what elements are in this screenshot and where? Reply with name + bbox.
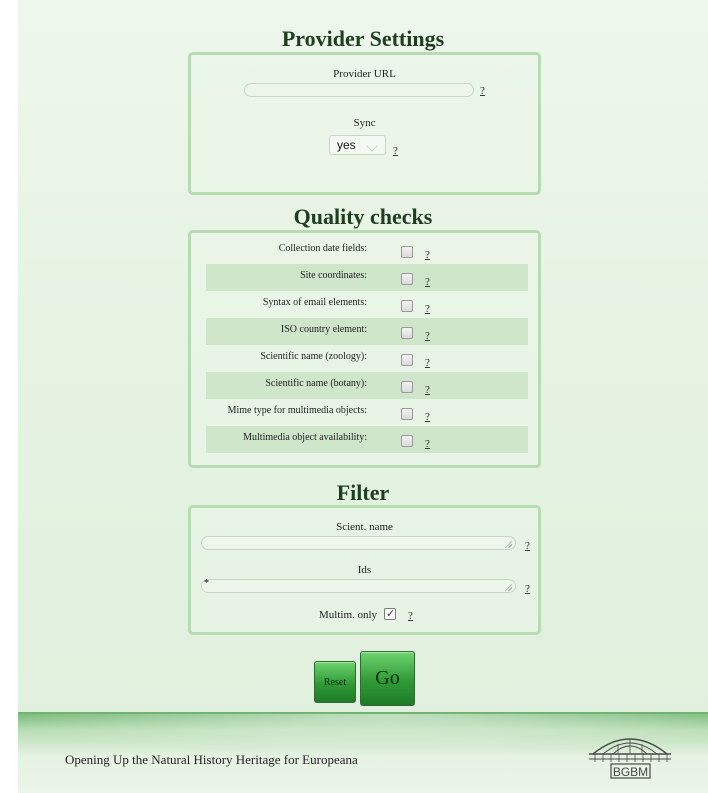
reset-button[interactable]: Reset xyxy=(314,661,356,703)
provider-url-input[interactable] xyxy=(244,83,474,97)
resize-handle-icon[interactable] xyxy=(504,583,512,591)
help-link[interactable]: ? xyxy=(425,276,430,288)
help-link[interactable]: ? xyxy=(425,384,430,396)
page: Provider Settings Provider URL ? Sync ye… xyxy=(18,0,708,793)
scientific-name-zoology-checkbox[interactable] xyxy=(401,354,413,366)
ids-help-link[interactable]: ? xyxy=(525,583,530,595)
quality-row: Scientific name (zoology): ? xyxy=(206,345,528,372)
help-link[interactable]: ? xyxy=(425,249,430,261)
scient-name-label: Scient. name xyxy=(336,521,393,533)
filter-panel: Scient. name ? Ids * ? Multim. only ? xyxy=(188,505,541,635)
quality-row: Syntax of email elements: ? xyxy=(206,291,528,318)
quality-row-label: Multimedia object availability: xyxy=(243,432,367,443)
collection-date-checkbox[interactable] xyxy=(401,246,413,258)
help-link[interactable]: ? xyxy=(425,438,430,450)
scient-name-help-link[interactable]: ? xyxy=(525,540,530,552)
help-link[interactable]: ? xyxy=(425,330,430,342)
bgbm-logo-text: BGBM xyxy=(613,765,648,779)
quality-row-label: Mime type for multimedia objects: xyxy=(227,405,367,416)
email-syntax-checkbox[interactable] xyxy=(401,300,413,312)
iso-country-checkbox[interactable] xyxy=(401,327,413,339)
footer-tagline: Opening Up the Natural History Heritage … xyxy=(65,752,358,767)
resize-handle-icon[interactable] xyxy=(504,540,512,548)
scient-name-input[interactable] xyxy=(201,536,516,550)
filter-title: Filter xyxy=(336,480,390,505)
provider-url-label: Provider URL xyxy=(333,68,396,80)
quality-row: Multimedia object availability: ? xyxy=(206,426,528,453)
quality-row: Scientific name (botany): ? xyxy=(206,372,528,399)
mime-type-checkbox[interactable] xyxy=(401,408,413,420)
scientific-name-botany-checkbox[interactable] xyxy=(401,381,413,393)
multim-only-checkbox[interactable] xyxy=(384,607,396,620)
quality-row-label: Scientific name (zoology): xyxy=(260,351,367,362)
help-link[interactable]: ? xyxy=(425,303,430,315)
footer: Opening Up the Natural History Heritage … xyxy=(18,712,708,793)
quality-row-label: Collection date fields: xyxy=(278,243,367,254)
provider-url-help-link[interactable]: ? xyxy=(480,85,485,97)
quality-row-label: Site coordinates: xyxy=(300,270,367,281)
quality-checks-panel: Collection date fields: ? Site coordinat… xyxy=(188,230,541,468)
ids-input[interactable]: * xyxy=(201,579,516,593)
quality-row: Site coordinates: ? xyxy=(206,264,528,291)
quality-row: ISO country element: ? xyxy=(206,318,528,345)
sync-select[interactable]: yes xyxy=(329,135,386,155)
quality-row: Collection date fields: ? xyxy=(206,237,528,264)
help-link[interactable]: ? xyxy=(425,411,430,423)
multim-only-help-link[interactable]: ? xyxy=(408,610,413,622)
quality-row-label: ISO country element: xyxy=(280,324,367,335)
ids-input-value: * xyxy=(204,578,209,589)
sync-label: Sync xyxy=(353,117,376,129)
sync-select-value: yes xyxy=(337,138,356,152)
provider-settings-title: Provider Settings xyxy=(281,26,445,51)
sync-help-link[interactable]: ? xyxy=(393,145,398,157)
go-button[interactable]: Go xyxy=(360,651,415,706)
multim-only-label: Multim. only xyxy=(319,609,378,621)
chevron-down-icon xyxy=(366,140,378,152)
quality-row-label: Scientific name (botany): xyxy=(265,378,367,389)
quality-row: Mime type for multimedia objects: ? xyxy=(206,399,528,426)
multimedia-availability-checkbox[interactable] xyxy=(401,435,413,447)
bgbm-logo: BGBM xyxy=(589,738,671,779)
help-link[interactable]: ? xyxy=(425,357,430,369)
site-coordinates-checkbox[interactable] xyxy=(401,273,413,285)
ids-label: Ids xyxy=(357,564,372,576)
quality-row-label: Syntax of email elements: xyxy=(262,297,367,308)
provider-settings-panel: Provider URL ? Sync yes ? xyxy=(188,52,541,195)
quality-checks-title: Quality checks xyxy=(293,204,433,229)
